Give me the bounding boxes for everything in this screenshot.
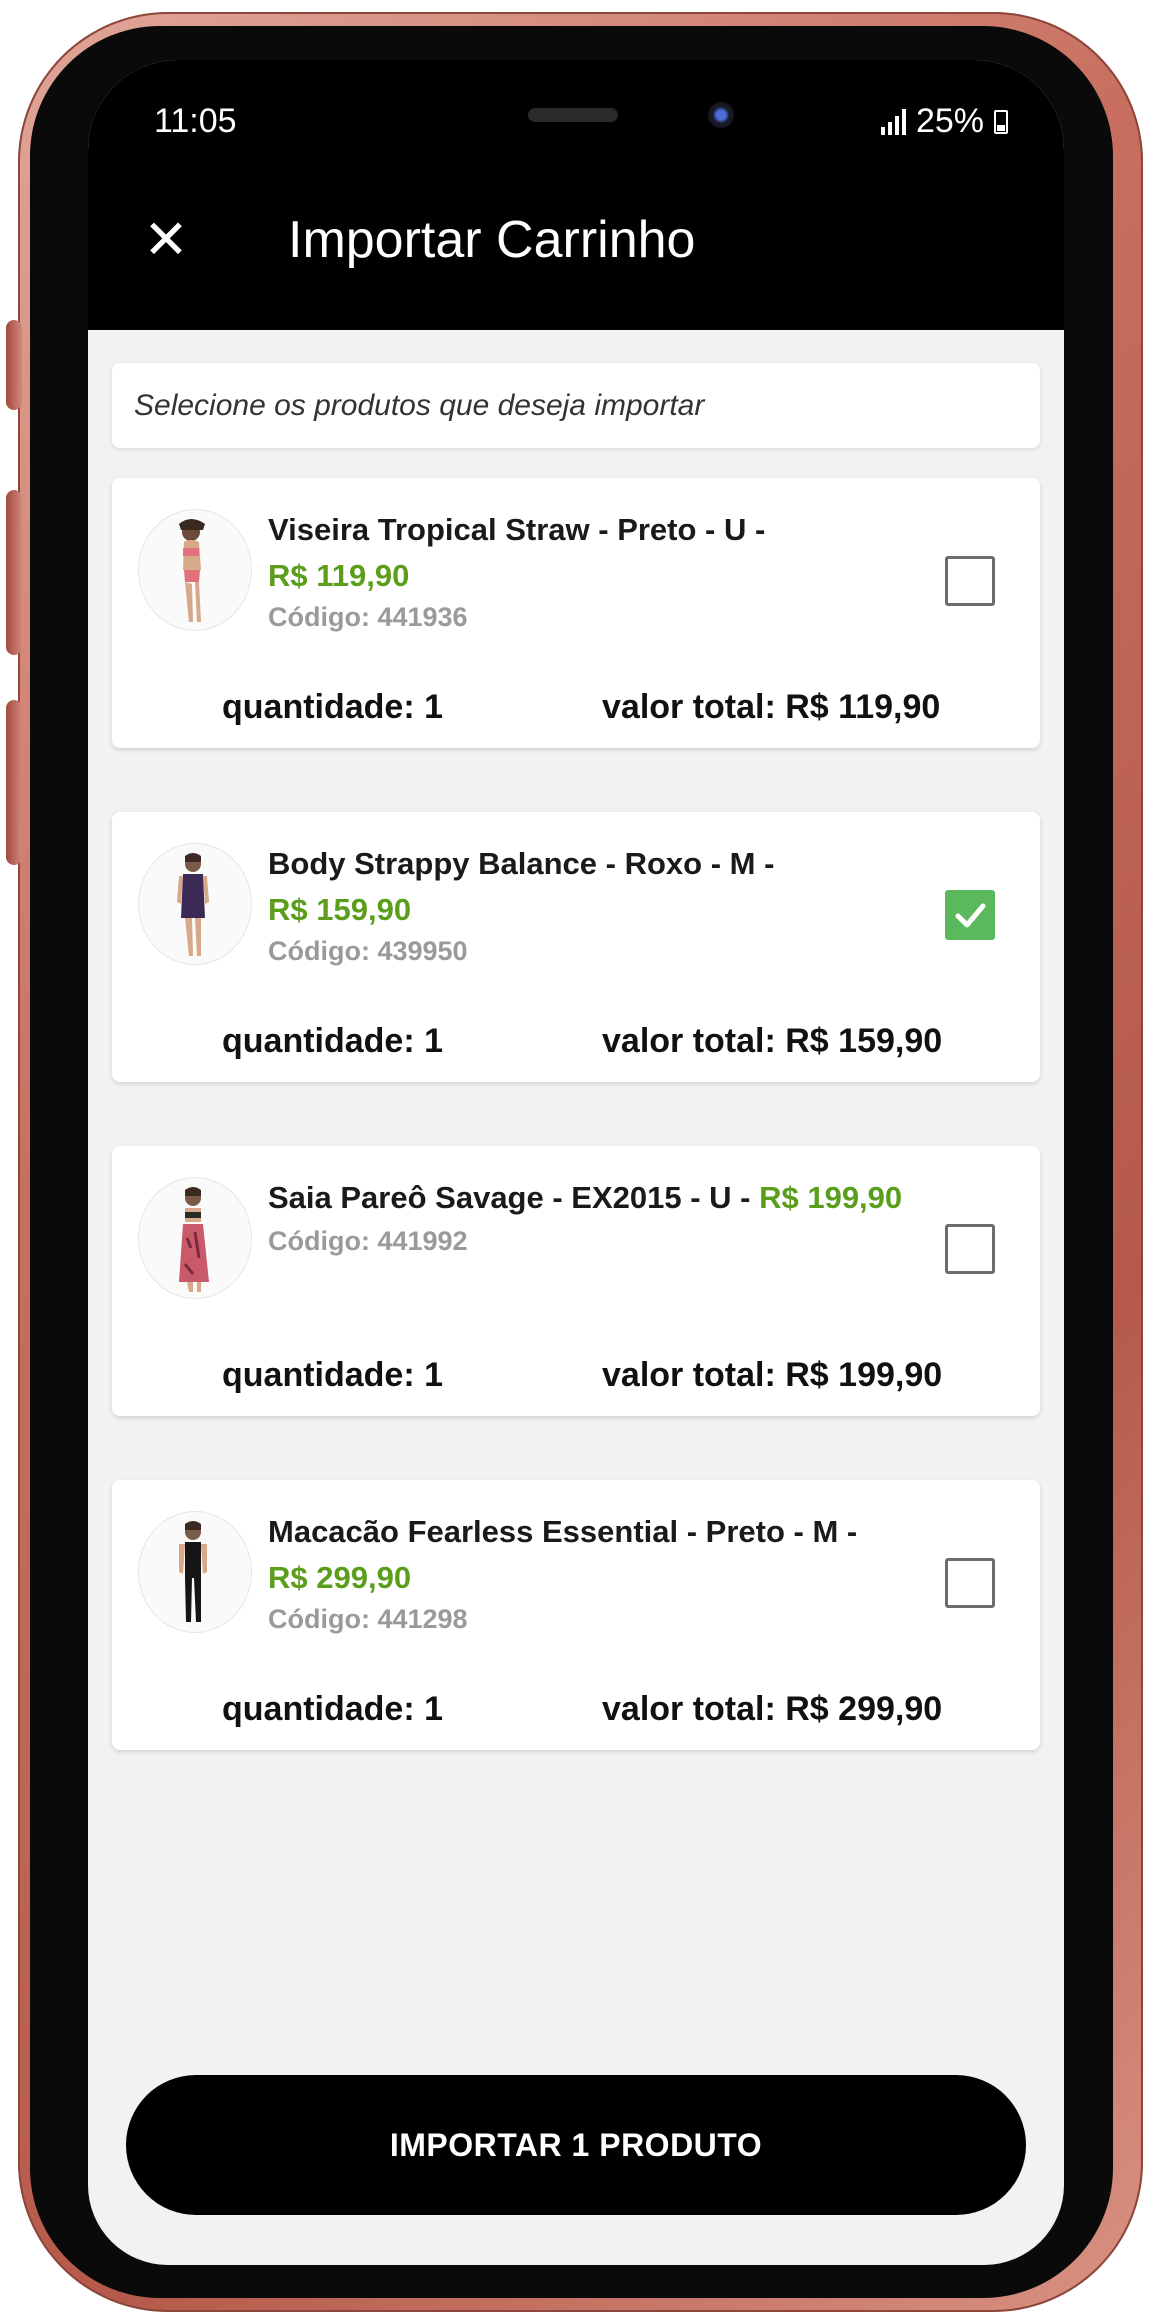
earpiece-speaker [528, 108, 618, 122]
product-total: valor total: R$ 199,90 [602, 1356, 943, 1394]
product-total: valor total: R$ 159,90 [602, 1022, 943, 1060]
app-header: 11:05 25% ✕ Importar Carrinho [88, 60, 1064, 330]
status-indicators: 25% [880, 102, 1008, 141]
product-total: valor total: R$ 119,90 [602, 688, 941, 726]
side-button [6, 320, 22, 410]
select-checkbox[interactable] [945, 1224, 995, 1274]
product-name-text: Saia Pareô Savage - EX2015 - U - [268, 1180, 751, 1215]
product-quantity: quantidade: 1 [222, 688, 444, 726]
select-checkbox[interactable] [945, 1558, 995, 1608]
select-checkbox[interactable] [945, 556, 995, 606]
product-code: Código: 439950 [268, 936, 468, 966]
product-card: Body Strappy Balance - Roxo - M - R$ 159… [112, 812, 1040, 1082]
product-name: Body Strappy Balance - Roxo - M - [268, 846, 775, 881]
page-title: Importar Carrinho [288, 211, 696, 269]
product-card: Macacão Fearless Essential - Preto - M -… [112, 1480, 1040, 1750]
product-quantity: quantidade: 1 [222, 1022, 444, 1060]
volume-up-button [6, 490, 22, 655]
signal-icon [880, 108, 906, 135]
product-card: Viseira Tropical Straw - Preto - U - R$ … [112, 478, 1040, 748]
select-checkbox-checked[interactable] [945, 890, 995, 940]
product-name: Viseira Tropical Straw - Preto - U - [268, 512, 766, 547]
product-thumbnail [139, 1512, 251, 1632]
product-price: R$ 299,90 [268, 1560, 412, 1595]
product-name: Macacão Fearless Essential - Preto - M - [268, 1514, 858, 1549]
product-quantity: quantidade: 1 [222, 1356, 444, 1394]
close-icon[interactable]: ✕ [136, 210, 196, 270]
app-screen: 11:05 25% ✕ Importar Carrinho Selecione … [88, 60, 1064, 2265]
product-price: R$ 199,90 [759, 1180, 903, 1215]
battery-icon [994, 109, 1008, 134]
product-quantity: quantidade: 1 [222, 1690, 444, 1728]
battery-percent: 25% [915, 102, 984, 140]
product-code: Código: 441992 [268, 1226, 468, 1256]
status-time: 11:05 [154, 102, 237, 140]
product-code: Código: 441936 [268, 602, 468, 632]
product-name: Saia Pareô Savage - EX2015 - U - R$ 199,… [268, 1180, 902, 1216]
volume-down-button [6, 700, 22, 865]
import-button[interactable]: IMPORTAR 1 PRODUTO [126, 2075, 1026, 2215]
product-card: Saia Pareô Savage - EX2015 - U - R$ 199,… [112, 1146, 1040, 1416]
product-thumbnail [139, 510, 251, 630]
product-thumbnail [139, 1178, 251, 1298]
instruction-text: Selecione os produtos que deseja importa… [112, 363, 1040, 448]
product-price: R$ 159,90 [268, 892, 412, 927]
product-thumbnail [139, 844, 251, 964]
product-code: Código: 441298 [268, 1604, 468, 1634]
checkmark-icon [955, 903, 986, 928]
product-price: R$ 119,90 [268, 558, 410, 593]
front-camera [708, 102, 734, 128]
product-total: valor total: R$ 299,90 [602, 1690, 943, 1728]
